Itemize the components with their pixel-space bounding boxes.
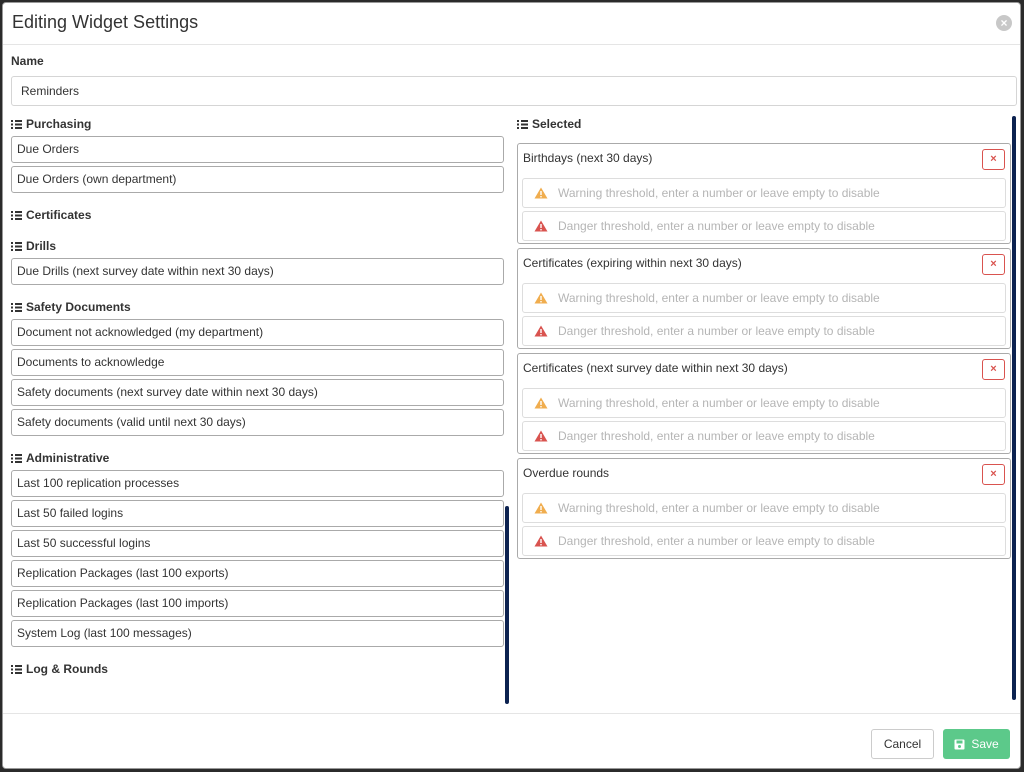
- group-header: Drills: [11, 236, 504, 256]
- warning-threshold-input[interactable]: [556, 185, 986, 201]
- group-title: Safety Documents: [26, 300, 131, 314]
- danger-threshold-field: [522, 421, 1006, 451]
- group-header: Administrative: [11, 448, 504, 468]
- close-icon[interactable]: ×: [996, 15, 1012, 31]
- widget-settings-modal: Editing Widget Settings × Name Purchasin…: [2, 2, 1021, 769]
- warning-threshold-field: [522, 493, 1006, 523]
- warning-triangle-icon: [534, 397, 548, 409]
- selected-widget-title: Certificates (next survey date within ne…: [523, 361, 788, 375]
- danger-threshold-input[interactable]: [556, 533, 986, 549]
- list-icon: [11, 664, 22, 674]
- group-title: Drills: [26, 239, 57, 253]
- cancel-button[interactable]: Cancel: [871, 729, 934, 759]
- group-title: Log & Rounds: [26, 662, 108, 676]
- available-widgets-list: Purchasing Due Orders Due Orders (own depa…: [11, 114, 504, 704]
- remove-widget-button[interactable]: ×: [982, 464, 1005, 485]
- warning-threshold-field: [522, 388, 1006, 418]
- available-widget-item[interactable]: Document not acknowledged (my department…: [11, 319, 504, 346]
- warning-triangle-icon: [534, 292, 548, 304]
- available-widget-item[interactable]: System Log (last 100 messages): [11, 620, 504, 647]
- selected-widget-card: Certificates (expiring within next 30 da…: [517, 248, 1011, 349]
- selected-header: Selected: [517, 114, 1011, 134]
- danger-triangle-icon: [534, 535, 548, 547]
- available-widget-item[interactable]: Due Orders (own department): [11, 166, 504, 193]
- available-widget-item[interactable]: Replication Packages (last 100 imports): [11, 590, 504, 617]
- list-icon: [517, 119, 528, 129]
- warning-threshold-field: [522, 178, 1006, 208]
- available-widget-item[interactable]: Last 100 replication processes: [11, 470, 504, 497]
- modal-header: Editing Widget Settings ×: [3, 3, 1020, 45]
- selected-widget-card: Overdue rounds ×: [517, 458, 1011, 559]
- remove-widget-button[interactable]: ×: [982, 359, 1005, 380]
- selected-title: Selected: [532, 117, 582, 131]
- available-widget-item[interactable]: Documents to acknowledge: [11, 349, 504, 376]
- name-label: Name: [11, 54, 44, 68]
- warning-triangle-icon: [534, 502, 548, 514]
- danger-triangle-icon: [534, 430, 548, 442]
- available-widget-item[interactable]: Safety documents (next survey date withi…: [11, 379, 504, 406]
- save-label: Save: [971, 737, 999, 751]
- group-header: Safety Documents: [11, 297, 504, 317]
- warning-threshold-input[interactable]: [556, 290, 986, 306]
- list-icon: [11, 453, 22, 463]
- selected-widget-title: Overdue rounds: [523, 466, 610, 480]
- modal-title: Editing Widget Settings: [12, 12, 199, 32]
- group-header: Certificates: [11, 205, 504, 225]
- warning-triangle-icon: [534, 187, 548, 199]
- remove-widget-button[interactable]: ×: [982, 149, 1005, 170]
- selected-widget-title: Birthdays (next 30 days): [523, 151, 653, 165]
- remove-widget-button[interactable]: ×: [982, 254, 1005, 275]
- danger-threshold-field: [522, 526, 1006, 556]
- modal-footer: Cancel Save: [3, 713, 1020, 768]
- selected-widget-card: Birthdays (next 30 days) ×: [517, 143, 1011, 244]
- warning-threshold-field: [522, 283, 1006, 313]
- name-input[interactable]: [11, 76, 1017, 106]
- danger-triangle-icon: [534, 220, 548, 232]
- warning-threshold-input[interactable]: [556, 395, 986, 411]
- danger-threshold-input[interactable]: [556, 218, 986, 234]
- available-list-scrollbar[interactable]: [505, 506, 509, 704]
- danger-triangle-icon: [534, 325, 548, 337]
- selected-widget-title: Certificates (expiring within next 30 da…: [523, 256, 742, 270]
- list-icon: [11, 210, 22, 220]
- group-header: Log & Rounds: [11, 659, 504, 679]
- list-icon: [11, 241, 22, 251]
- group-header: Purchasing: [11, 114, 504, 134]
- floppy-disk-icon: [954, 739, 965, 749]
- available-widget-item[interactable]: Safety documents (valid until next 30 da…: [11, 409, 504, 436]
- available-widget-item[interactable]: Replication Packages (last 100 exports): [11, 560, 504, 587]
- danger-threshold-input[interactable]: [556, 323, 986, 339]
- danger-threshold-field: [522, 316, 1006, 346]
- danger-threshold-field: [522, 211, 1006, 241]
- available-widget-item[interactable]: Due Orders: [11, 136, 504, 163]
- selected-list-scrollbar[interactable]: [1012, 116, 1016, 700]
- group-title: Purchasing: [26, 117, 92, 131]
- group-title: Certificates: [26, 208, 92, 222]
- selected-widget-card: Certificates (next survey date within ne…: [517, 353, 1011, 454]
- danger-threshold-input[interactable]: [556, 428, 986, 444]
- list-icon: [11, 302, 22, 312]
- warning-threshold-input[interactable]: [556, 500, 986, 516]
- list-icon: [11, 119, 22, 129]
- available-widget-item[interactable]: Last 50 failed logins: [11, 500, 504, 527]
- save-button[interactable]: Save: [943, 729, 1010, 759]
- available-widget-item[interactable]: Last 50 successful logins: [11, 530, 504, 557]
- available-widget-item[interactable]: Due Drills (next survey date within next…: [11, 258, 504, 285]
- group-title: Administrative: [26, 451, 110, 465]
- selected-widgets-list: Selected Birthdays (next 30 days) × Certif…: [517, 114, 1011, 704]
